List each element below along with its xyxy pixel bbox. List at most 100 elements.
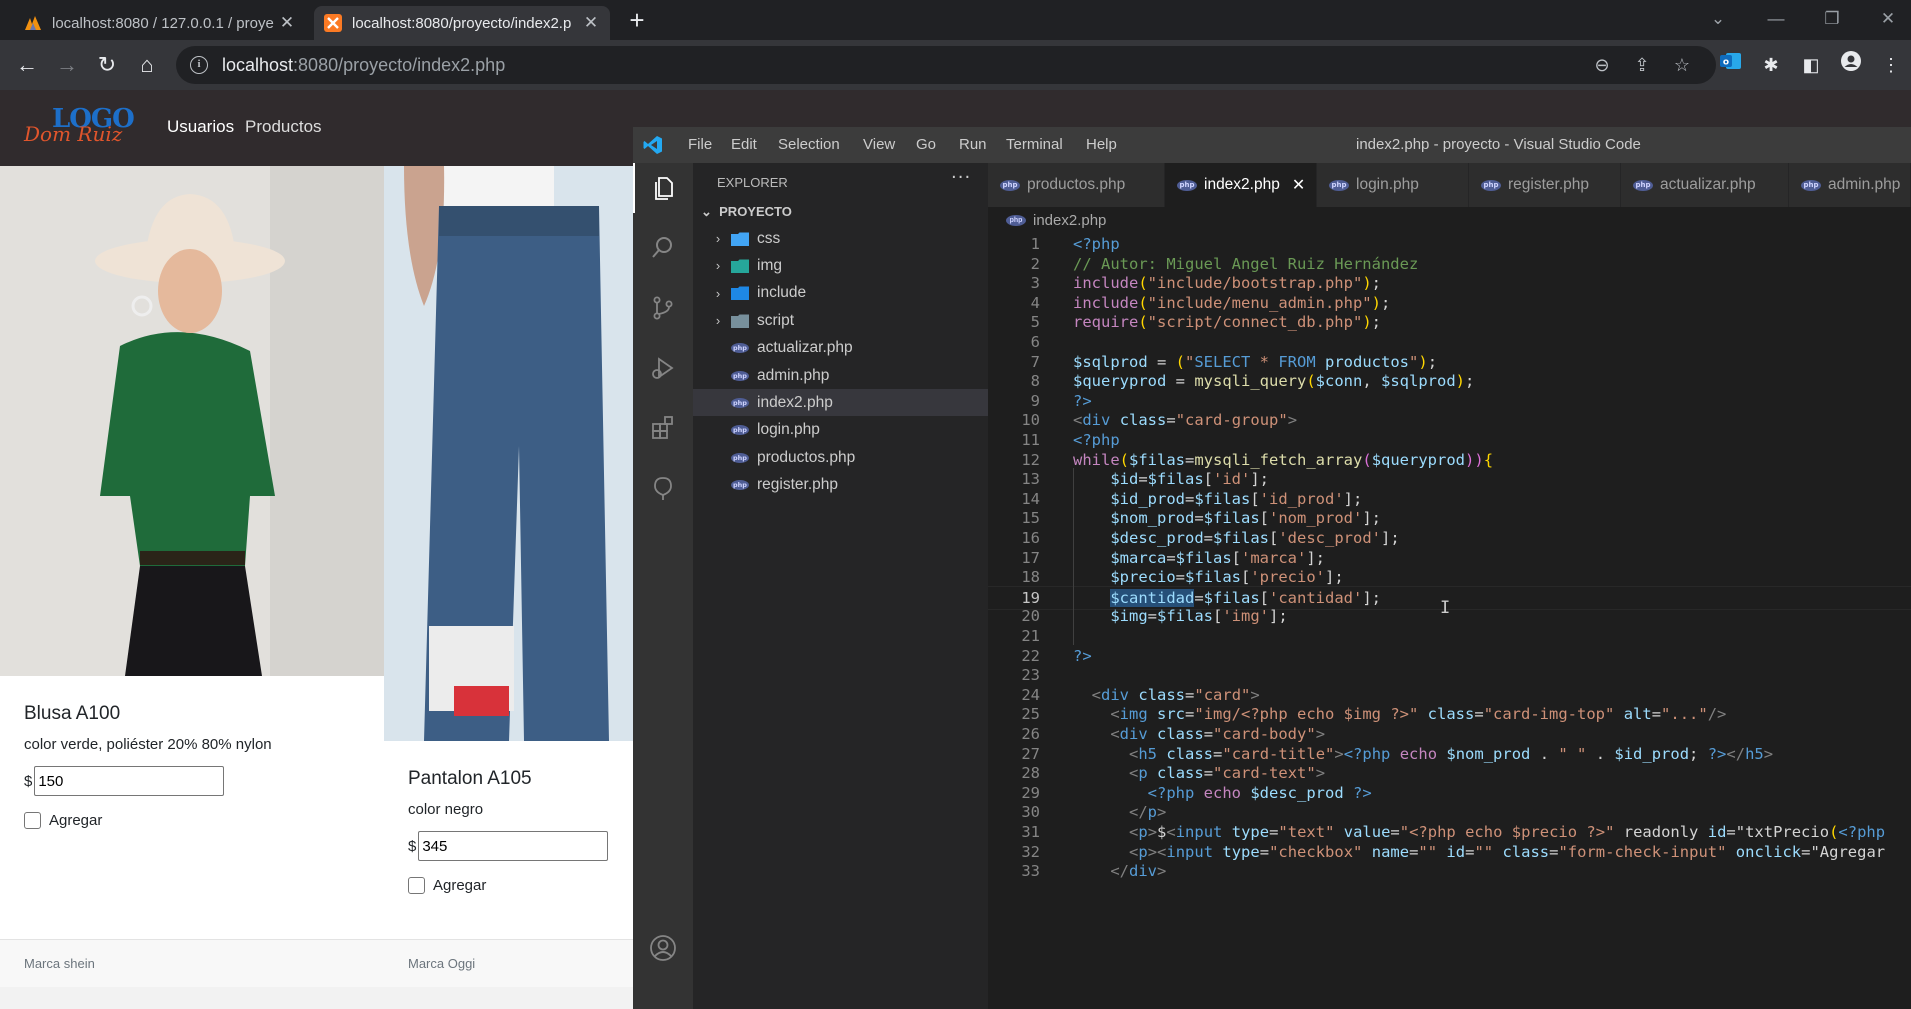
forward-arrow-icon[interactable]: →	[52, 50, 82, 80]
site-logo[interactable]: LOGO Dom Ruiz	[18, 104, 135, 148]
explorer-item-label: productos.php	[757, 448, 856, 466]
php-file-icon: php	[1329, 179, 1349, 191]
explorer-folder-script[interactable]: › script	[693, 307, 988, 334]
minimize-button[interactable]: —	[1756, 4, 1796, 34]
explorer-file-index2-php[interactable]: php index2.php	[693, 389, 988, 417]
vscode-window: File Edit Selection View Go Run Terminal…	[633, 127, 1911, 1009]
browser-tab-index2[interactable]: localhost:8080/proyecto/index2.p ✕	[314, 6, 610, 40]
folder-icon	[731, 232, 749, 246]
code-editor[interactable]: 1 <?php 2// Autor: Miguel Angel Ruiz Herná…	[988, 233, 1911, 1009]
reload-icon[interactable]: ↻	[92, 50, 122, 80]
close-window-button[interactable]: ✕	[1868, 4, 1908, 34]
php-file-icon: php	[731, 451, 749, 465]
tab-search-icon[interactable]: ⌄	[1698, 4, 1738, 34]
home-icon[interactable]: ⌂	[132, 50, 162, 80]
checkbox-label: Agregar	[49, 812, 103, 829]
browser-menu-icon[interactable]: ⋮	[1876, 50, 1906, 80]
explorer-title: EXPLORER	[717, 175, 788, 190]
product-image	[0, 166, 384, 676]
checkbox-label: Agregar	[433, 877, 487, 894]
extensions-icon[interactable]	[633, 403, 693, 453]
explorer-files-icon[interactable]	[633, 163, 693, 213]
menu-terminal[interactable]: Terminal	[1006, 127, 1063, 163]
editor-tab-index2-php[interactable]: php index2.php ✕	[1165, 163, 1317, 207]
menu-help[interactable]: Help	[1086, 127, 1117, 163]
explorer-item-label: login.php	[757, 421, 820, 439]
explorer-item-label: css	[757, 229, 781, 247]
checkbox-box[interactable]	[24, 812, 41, 829]
browser-tab-strip: localhost:8080 / 127.0.0.1 / proye ✕ loc…	[0, 0, 1911, 40]
php-file-icon: php	[731, 478, 749, 492]
menu-view[interactable]: View	[863, 127, 895, 163]
zoom-icon[interactable]: ⊖	[1587, 46, 1617, 84]
bookmark-star-icon[interactable]: ☆	[1667, 46, 1697, 84]
close-icon[interactable]: ✕	[582, 13, 600, 33]
price-field-row: $	[24, 766, 225, 796]
php-file-icon: php	[731, 369, 749, 383]
accounts-icon[interactable]	[633, 923, 693, 973]
agregar-checkbox[interactable]: Agregar	[24, 812, 102, 829]
new-tab-button[interactable]: +	[622, 6, 652, 36]
editor-tab-label: index2.php	[1204, 176, 1280, 193]
source-control-icon[interactable]	[633, 283, 693, 333]
explorer-folder-include[interactable]: › include	[693, 280, 988, 307]
agregar-checkbox[interactable]: Agregar	[408, 877, 486, 894]
explorer-item-label: actualizar.php	[757, 339, 853, 357]
outlook-extension-icon[interactable]: o	[1716, 50, 1746, 80]
menu-run[interactable]: Run	[959, 127, 987, 163]
back-arrow-icon[interactable]: ←	[12, 50, 42, 80]
project-root[interactable]: ⌄ PROYECTO	[701, 199, 792, 225]
editor-tab-login-php[interactable]: php login.php	[1317, 163, 1469, 207]
explorer-file-register-php[interactable]: php register.php	[693, 472, 988, 499]
explorer-folder-img[interactable]: › img	[693, 252, 988, 279]
phpmyadmin-favicon-icon	[24, 14, 42, 32]
search-icon[interactable]	[633, 223, 693, 273]
explorer-file-actualizar-php[interactable]: php actualizar.php	[693, 335, 988, 362]
menu-file[interactable]: File	[688, 127, 712, 163]
explorer-folder-css[interactable]: › css	[693, 225, 988, 252]
breadcrumb[interactable]: php index2.php	[988, 207, 1106, 233]
share-icon[interactable]: ⇪	[1627, 46, 1657, 84]
more-actions-icon[interactable]: ···	[951, 167, 971, 188]
explorer-file-productos-php[interactable]: php productos.php	[693, 444, 988, 471]
restore-button[interactable]: ❐	[1812, 4, 1852, 34]
editor-tab-productos-php[interactable]: php productos.php	[988, 163, 1165, 207]
php-file-icon: php	[1177, 179, 1197, 191]
menu-selection[interactable]: Selection	[778, 127, 840, 163]
site-info-icon[interactable]: i	[190, 56, 208, 74]
extensions-puzzle-icon[interactable]: ✱	[1756, 50, 1786, 80]
editor-tab-admin-php[interactable]: php admin.php	[1789, 163, 1911, 207]
checkbox-box[interactable]	[408, 877, 425, 894]
menu-edit[interactable]: Edit	[731, 127, 757, 163]
editor-tab-actualizar-php[interactable]: php actualizar.php	[1621, 163, 1789, 207]
price-input[interactable]	[34, 766, 225, 796]
nav-link-usuarios[interactable]: Usuarios	[167, 117, 234, 137]
explorer-file-admin-php[interactable]: php admin.php	[693, 362, 988, 389]
side-panel-icon[interactable]: ◧	[1796, 50, 1826, 80]
explorer-file-login-php[interactable]: php login.php	[693, 417, 988, 444]
browser-tab-phpmyadmin[interactable]: localhost:8080 / 127.0.0.1 / proye ✕	[14, 6, 306, 40]
product-image	[384, 166, 633, 741]
close-icon[interactable]: ✕	[1292, 175, 1305, 195]
remote-explorer-icon[interactable]	[633, 463, 693, 513]
php-file-icon: php	[1801, 179, 1821, 191]
chevron-right-icon: ›	[715, 313, 721, 329]
editor-tab-register-php[interactable]: php register.php	[1469, 163, 1621, 207]
nav-link-productos[interactable]: Productos	[245, 117, 322, 137]
window-title: index2.php - proyecto - Visual Studio Co…	[1356, 136, 1641, 153]
profile-avatar-icon[interactable]	[1836, 50, 1866, 80]
currency-symbol: $	[24, 772, 33, 790]
explorer-item-label: img	[757, 256, 782, 274]
address-bar[interactable]: i localhost:8080/proyecto/index2.php ⊖ ⇪…	[176, 46, 1716, 84]
php-file-icon: php	[1006, 214, 1026, 226]
menu-go[interactable]: Go	[916, 127, 936, 163]
run-debug-icon[interactable]	[633, 343, 693, 393]
xampp-favicon-icon	[324, 14, 342, 32]
price-input[interactable]	[418, 831, 609, 861]
close-icon[interactable]: ✕	[278, 13, 296, 33]
chevron-right-icon: ›	[715, 285, 721, 301]
code-line[interactable]: 33 </div>	[988, 860, 1911, 884]
explorer-item-label: index2.php	[757, 393, 833, 411]
line-number: 33	[1021, 862, 1040, 881]
explorer-item-label: include	[757, 284, 807, 302]
